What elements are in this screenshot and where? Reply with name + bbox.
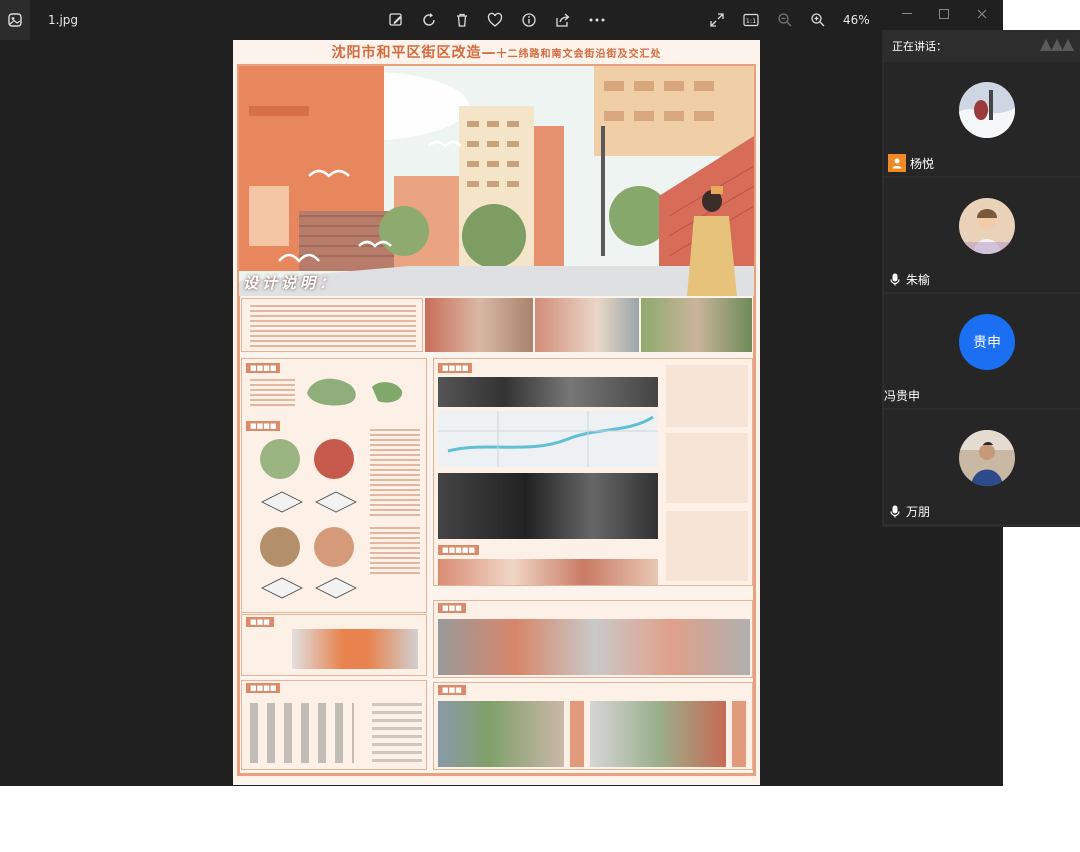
- file-name: 1.jpg: [48, 13, 79, 27]
- zoom-out-icon[interactable]: [775, 10, 795, 30]
- poster-icon-legend-panel: ■■■■: [241, 680, 427, 770]
- poster-effect-panel: ■■■: [433, 682, 753, 770]
- design-description-label: 设计说明：: [243, 274, 339, 292]
- photos-app-icon[interactable]: [0, 0, 30, 40]
- zoom-in-icon[interactable]: [808, 10, 828, 30]
- actual-size-icon[interactable]: 1:1: [741, 10, 761, 30]
- participant-name-row: 杨悦: [888, 154, 934, 172]
- poster-title-sub: 十二纬路和南文会街沿街及交汇处: [496, 49, 662, 60]
- avatar: [959, 198, 1015, 254]
- poster-site-panel: ■■■■ ■■■■■: [433, 358, 753, 586]
- participant-tile[interactable]: 朱榆: [884, 178, 1080, 292]
- photo-viewer-window: 1.jpg 1:1 46% 沈阳市和平区街区改造—十二纬路和南文会街沿街及交汇处…: [0, 0, 1003, 786]
- more-icon[interactable]: [587, 10, 607, 30]
- info-icon[interactable]: [519, 10, 539, 30]
- participant-tile[interactable]: 贵申 冯贵申: [884, 294, 1080, 408]
- zoom-level: 46%: [843, 13, 870, 27]
- participant-name: 杨悦: [910, 156, 935, 171]
- participant-name-row: 万朋: [888, 503, 930, 520]
- close-icon[interactable]: [970, 6, 994, 22]
- poster-analysis-panel: ■■■■ ■■■■: [241, 358, 427, 613]
- speaking-header: 正在讲话：: [882, 30, 1080, 60]
- participant-name-row: 冯贵申: [884, 387, 920, 404]
- avatar: 贵申: [959, 314, 1015, 370]
- participant-name: 朱榆: [906, 273, 931, 287]
- streetscape-photo: [535, 298, 639, 352]
- viewer-toolbar: 1.jpg 1:1 46%: [0, 0, 1003, 40]
- poster-intro-text: [241, 298, 423, 352]
- participant-name: 万朋: [906, 505, 931, 519]
- speaking-label: 正在讲话：: [892, 40, 947, 53]
- participant-name-row: 朱榆: [888, 271, 930, 288]
- participant-tile[interactable]: 万朋: [884, 410, 1080, 524]
- streetscape-photo: [641, 298, 752, 352]
- poster-title-dash: —: [481, 45, 497, 61]
- rotate-icon[interactable]: [419, 10, 439, 30]
- edit-icon[interactable]: [386, 10, 406, 30]
- mic-icon: [888, 505, 902, 519]
- mic-icon: [888, 273, 902, 287]
- poster-title-main: 沈阳市和平区街区改造: [331, 45, 482, 61]
- poster-image: 沈阳市和平区街区改造—十二纬路和南文会街沿街及交汇处 设计说明： ■■■■ ■■…: [233, 40, 760, 785]
- poster-comparison-panel: ■■■: [433, 600, 753, 678]
- minimize-icon[interactable]: [895, 6, 919, 22]
- favorite-icon[interactable]: [485, 10, 505, 30]
- participant-name: 冯贵申: [884, 389, 921, 403]
- fullscreen-icon[interactable]: [707, 10, 727, 30]
- avatar: [959, 430, 1015, 486]
- svg-text:1:1: 1:1: [746, 17, 756, 25]
- meeting-participants-panel: 正在讲话： 杨悦 朱榆 贵申 冯贵申 万朋: [882, 30, 1080, 527]
- poster-title: 沈阳市和平区街区改造—十二纬路和南文会街沿街及交汇处: [233, 42, 760, 64]
- delete-icon[interactable]: [452, 10, 472, 30]
- user-icon: [888, 154, 906, 172]
- streetscape-photo: [425, 298, 533, 352]
- share-icon[interactable]: [553, 10, 573, 30]
- hero-illustration: [239, 66, 754, 296]
- poster-elevation-panel: ■■■: [241, 614, 427, 676]
- maximize-icon[interactable]: [932, 6, 956, 22]
- avatar: [959, 82, 1015, 138]
- participant-tile[interactable]: 杨悦: [884, 62, 1080, 176]
